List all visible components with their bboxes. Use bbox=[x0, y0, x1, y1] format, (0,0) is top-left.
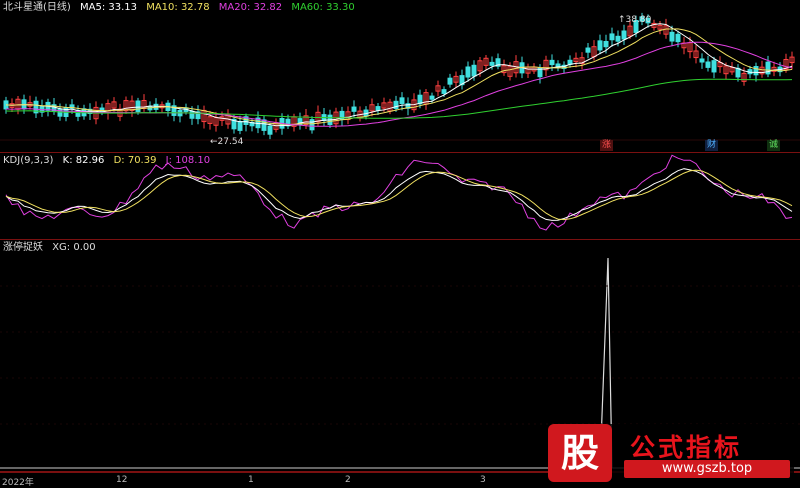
axis-label-2022: 2022年 bbox=[2, 478, 34, 488]
kdj-d-label: D: 70.39 bbox=[113, 155, 157, 166]
candle-body bbox=[375, 106, 381, 111]
axis-label-2: 2 bbox=[345, 475, 351, 485]
candle-body bbox=[471, 64, 477, 77]
candle-body bbox=[585, 47, 591, 53]
ma10-line bbox=[5, 28, 793, 126]
candle-body bbox=[447, 77, 453, 85]
high-price-value: 38.80 bbox=[625, 15, 652, 25]
candle-body bbox=[237, 120, 243, 131]
candle-body bbox=[441, 89, 447, 94]
ma20-line bbox=[5, 41, 793, 127]
axis-label-1: 1 bbox=[248, 475, 254, 485]
ma10-label: MA10: 32.78 bbox=[146, 2, 210, 13]
candle-body bbox=[609, 33, 615, 41]
candle-body bbox=[135, 100, 141, 112]
kdj-j-label: J: 108.10 bbox=[165, 155, 211, 166]
candle-body bbox=[705, 61, 711, 68]
price-header: 北斗星通(日线) MA5: 33.13 MA10: 32.78 MA20: 32… bbox=[3, 2, 361, 14]
indicator-name: 涨停捉妖 bbox=[3, 242, 43, 253]
candle-body bbox=[351, 106, 357, 112]
low-price-marker: ←27.54 bbox=[210, 137, 244, 147]
candle-body bbox=[603, 40, 609, 48]
kdj-k-line bbox=[5, 168, 793, 221]
price-panel[interactable]: 北斗星通(日线) MA5: 33.13 MA10: 32.78 MA20: 32… bbox=[0, 0, 800, 153]
kdj-header: KDJ(9,3,3) K: 82.96 D: 70.39 J: 108.10 bbox=[3, 155, 216, 167]
ma20-label: MA20: 32.82 bbox=[218, 2, 283, 13]
high-price-marker: ↑38.80 bbox=[618, 15, 652, 25]
candle-body bbox=[597, 40, 603, 51]
candle-body bbox=[621, 30, 627, 40]
low-price-value: 27.54 bbox=[217, 137, 244, 147]
candle-body bbox=[465, 66, 471, 78]
ma5-label: MA5: 33.13 bbox=[80, 2, 138, 13]
stock-title: 北斗星通(日线) bbox=[3, 2, 71, 13]
watermark-url: www.gszb.top bbox=[624, 460, 790, 478]
indicator-header: 涨停捉妖 XG: 0.00 bbox=[3, 242, 102, 254]
watermark-title: 公式指标 bbox=[630, 433, 743, 462]
axis-label-3: 3 bbox=[480, 475, 486, 485]
ma60-label: MA60: 33.30 bbox=[291, 2, 355, 13]
event-tag-cheng[interactable]: 诚 bbox=[767, 140, 781, 151]
candle-body bbox=[267, 125, 273, 135]
candle-body bbox=[699, 58, 705, 63]
candle-body bbox=[615, 35, 621, 42]
candlestick-chart[interactable] bbox=[0, 0, 800, 152]
candle-body bbox=[711, 60, 717, 73]
watermark: 股 公式指标 www.gszb.top bbox=[548, 424, 794, 482]
candle-body bbox=[489, 61, 495, 66]
candle-body bbox=[429, 95, 435, 100]
candle-body bbox=[753, 66, 759, 76]
candle-body bbox=[399, 97, 405, 105]
indicator-xg: XG: 0.00 bbox=[52, 242, 96, 253]
candle-body bbox=[549, 59, 555, 66]
kdj-d-line bbox=[5, 169, 793, 221]
watermark-logo: 股 bbox=[548, 424, 612, 482]
axis-label-12: 12 bbox=[116, 475, 128, 485]
kdj-k-label: K: 82.96 bbox=[62, 155, 105, 166]
candle-body bbox=[309, 119, 315, 131]
candle-body bbox=[669, 31, 675, 42]
candle-body bbox=[675, 33, 681, 43]
candle-body bbox=[189, 110, 195, 119]
kdj-name: KDJ(9,3,3) bbox=[3, 155, 54, 166]
event-tag-zhang[interactable]: 涨 bbox=[600, 140, 614, 151]
event-tag-cai[interactable]: 财 bbox=[705, 140, 719, 151]
kdj-panel[interactable]: KDJ(9,3,3) K: 82.96 D: 70.39 J: 108.10 bbox=[0, 153, 800, 240]
